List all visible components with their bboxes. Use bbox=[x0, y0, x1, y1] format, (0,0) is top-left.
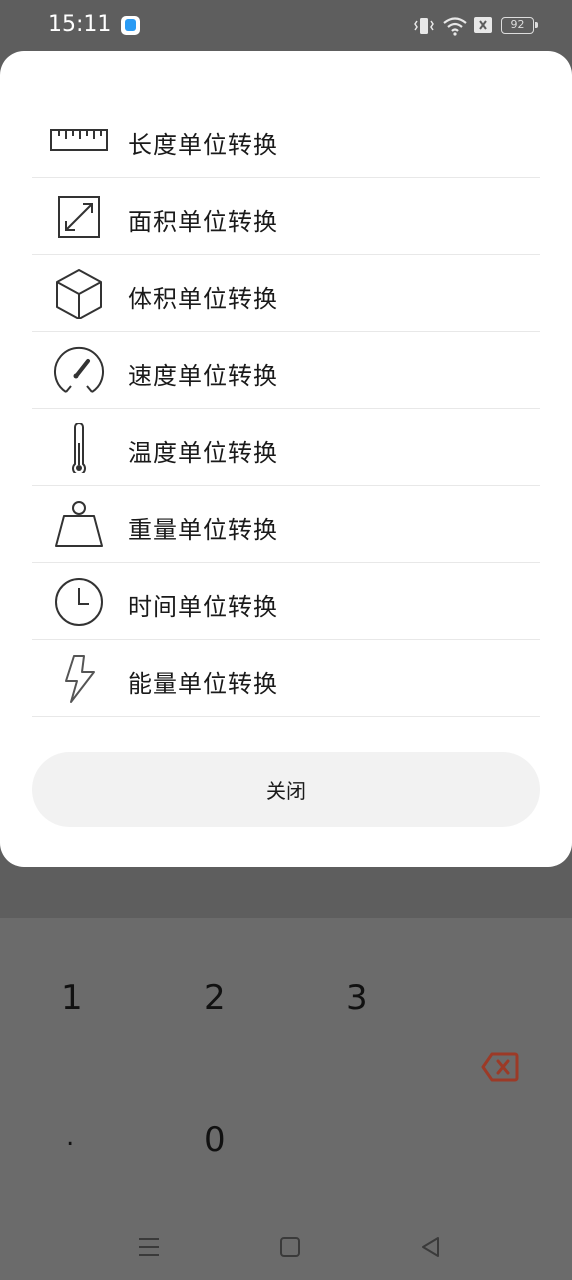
weight-icon bbox=[50, 500, 108, 550]
status-bar: 15:11 92 bbox=[0, 0, 572, 52]
vibrate-icon bbox=[413, 16, 435, 40]
backspace-icon[interactable] bbox=[481, 1051, 519, 1083]
list-item-length[interactable]: 长度单位转换 bbox=[32, 101, 540, 178]
conversion-list: 长度单位转换 面积单位转换 体积单位转换 速度单位转换 温度单位转换 重量单位转… bbox=[32, 101, 540, 717]
list-item-label: 长度单位转换 bbox=[128, 131, 278, 159]
list-item-area[interactable]: 面积单位转换 bbox=[32, 178, 540, 255]
list-item-speed[interactable]: 速度单位转换 bbox=[32, 332, 540, 409]
speedometer-icon bbox=[50, 346, 108, 396]
list-item-volume[interactable]: 体积单位转换 bbox=[32, 255, 540, 332]
list-item-label: 速度单位转换 bbox=[128, 362, 278, 390]
key-decimal[interactable]: . bbox=[66, 1122, 74, 1152]
no-sim-icon bbox=[473, 16, 493, 38]
key-3[interactable]: 3 bbox=[346, 978, 368, 1018]
navigation-bar bbox=[0, 1212, 572, 1280]
key-0[interactable]: 0 bbox=[204, 1120, 226, 1160]
app-notification-icon bbox=[121, 16, 140, 35]
home-icon[interactable] bbox=[277, 1234, 303, 1260]
clock-icon bbox=[50, 577, 108, 627]
lightning-icon bbox=[50, 654, 108, 704]
list-item-weight[interactable]: 重量单位转换 bbox=[32, 486, 540, 563]
ruler-icon bbox=[50, 115, 108, 165]
key-2[interactable]: 2 bbox=[204, 978, 226, 1018]
battery-icon: 92 bbox=[501, 17, 538, 34]
cube-icon bbox=[50, 269, 108, 320]
thermometer-icon bbox=[50, 422, 108, 476]
battery-level: 92 bbox=[510, 18, 525, 31]
unit-conversion-dialog: 长度单位转换 面积单位转换 体积单位转换 速度单位转换 温度单位转换 重量单位转… bbox=[0, 51, 572, 867]
list-item-energy[interactable]: 能量单位转换 bbox=[32, 640, 540, 717]
close-button[interactable]: 关闭 bbox=[32, 752, 540, 827]
area-expand-icon bbox=[50, 192, 108, 242]
key-1[interactable]: 1 bbox=[61, 978, 83, 1018]
list-item-temperature[interactable]: 温度单位转换 bbox=[32, 409, 540, 486]
wifi-icon bbox=[442, 16, 468, 40]
list-item-label: 能量单位转换 bbox=[128, 670, 278, 698]
list-item-time[interactable]: 时间单位转换 bbox=[32, 563, 540, 640]
status-time: 15:11 bbox=[48, 12, 112, 37]
menu-icon[interactable] bbox=[136, 1234, 162, 1260]
list-item-label: 时间单位转换 bbox=[128, 593, 278, 621]
list-item-label: 体积单位转换 bbox=[128, 285, 278, 313]
list-item-label: 重量单位转换 bbox=[128, 516, 278, 544]
back-icon[interactable] bbox=[418, 1234, 444, 1260]
list-item-label: 面积单位转换 bbox=[128, 208, 278, 236]
list-item-label: 温度单位转换 bbox=[128, 439, 278, 467]
